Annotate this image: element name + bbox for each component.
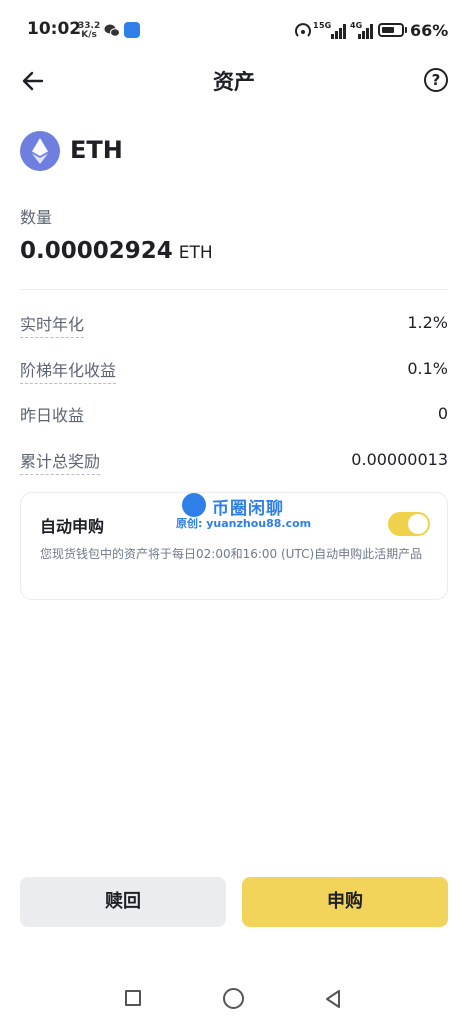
help-icon[interactable]: ? [424, 68, 448, 92]
battery-nub [405, 27, 407, 33]
watermark-subtitle: 原创: yuanzhou88.com [176, 517, 312, 530]
tiered-apr-label[interactable]: 阶梯年化收益 [20, 357, 117, 384]
quantity-value: 0.00002924 [20, 238, 173, 264]
battery-percentage: 66% [410, 21, 449, 40]
battery-fill [382, 27, 394, 33]
watermark-logo-icon [182, 493, 206, 517]
auto-subscribe-description: 您现货钱包中的资产将于每日02:00和16:00 (UTC)自动申购此活期产品 [40, 547, 423, 561]
wechat-icon [104, 24, 120, 37]
coin-name: ETH [70, 136, 123, 164]
recent-apps-icon[interactable] [125, 990, 141, 1006]
auto-subscribe-title: 自动申购 [40, 517, 105, 536]
divider [20, 289, 448, 290]
yesterday-earnings-value: 0 [437, 404, 448, 423]
toggle-knob [408, 514, 428, 534]
quantity: 0.00002924 ETH [20, 238, 213, 264]
eth-logo-icon [20, 131, 60, 171]
home-icon[interactable] [223, 988, 244, 1009]
signal-icon-2 [358, 24, 373, 39]
redeem-button[interactable]: 赎回 [20, 877, 226, 927]
realtime-apr-value: 1.2% [407, 313, 448, 332]
total-rewards-value: 0.00000013 [351, 450, 448, 469]
tiered-apr-value: 0.1% [407, 359, 448, 378]
hotspot-icon [295, 23, 311, 37]
app-notification-icon [124, 22, 140, 38]
battery-icon [378, 23, 404, 37]
sim1-index: 1 [313, 21, 319, 30]
network-speed-unit: K/s [81, 30, 97, 40]
back-nav-icon[interactable] [322, 988, 344, 1010]
yesterday-earnings-label: 昨日收益 [20, 406, 85, 425]
status-bar: 10:02 33.2 K/s 1 5G 4G 66% [0, 0, 468, 62]
total-rewards-label[interactable]: 累计总奖励 [20, 448, 101, 475]
quantity-unit: ETH [178, 243, 213, 263]
quantity-label: 数量 [20, 208, 53, 227]
status-time: 10:02 [27, 19, 82, 39]
realtime-apr-label[interactable]: 实时年化 [20, 311, 85, 338]
page-title: 资产 [213, 70, 255, 94]
subscribe-button[interactable]: 申购 [242, 877, 448, 927]
network-speed: 33.2 K/s [78, 22, 100, 40]
eth-diamond-icon [32, 138, 48, 164]
signal-icon-1 [331, 24, 346, 39]
